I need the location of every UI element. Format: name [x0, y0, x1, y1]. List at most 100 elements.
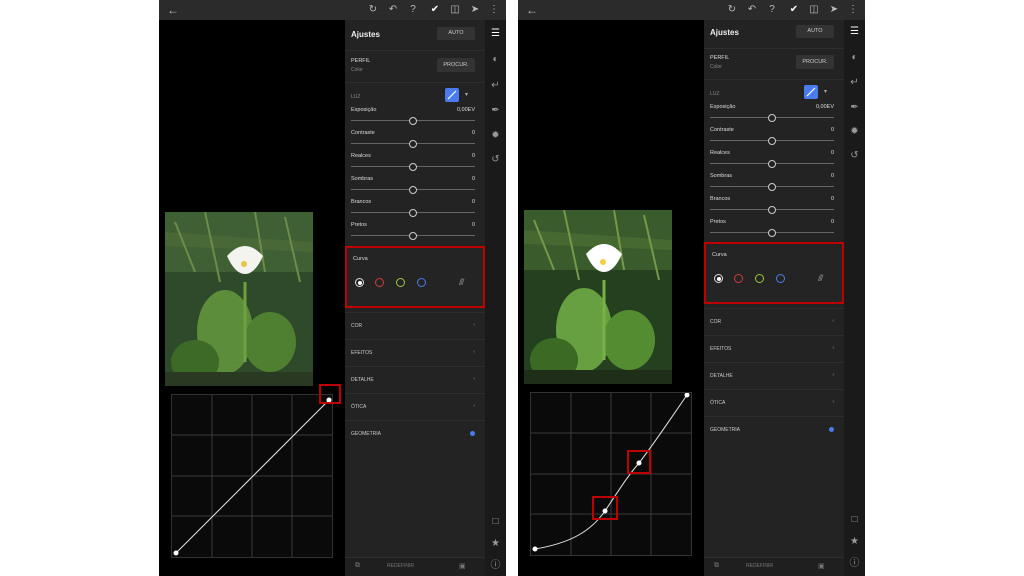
slider-thumb — [409, 163, 417, 171]
highlight-curve-box — [704, 242, 844, 304]
undo-icon[interactable]: ↶ — [385, 2, 401, 18]
profile-value: Color — [710, 64, 722, 70]
auto-button[interactable]: AUTO — [437, 27, 475, 40]
chevron-left-icon: ‹ — [832, 372, 834, 378]
sliders-icon[interactable]: ☰ — [847, 24, 862, 39]
info-icon[interactable]: ⓘ — [847, 556, 862, 571]
curve-toggle-button[interactable] — [804, 85, 818, 99]
redo-icon[interactable]: ↻ — [724, 2, 740, 18]
profile-label: PERFIL — [351, 58, 371, 64]
section-detail[interactable]: DETALHE ‹ — [345, 366, 485, 393]
more-icon[interactable]: ⋮ — [486, 2, 502, 18]
slider-thumb — [768, 183, 776, 191]
section-geometry[interactable]: GEOMETRIA — [345, 420, 485, 447]
slider-thumb — [409, 232, 417, 240]
section-geometry[interactable]: GEOMETRIA — [704, 416, 844, 443]
share-icon[interactable]: ➤ — [467, 2, 483, 18]
app-screen-after: ← ↻ ↶ ? ✔ ◫ ➤ ⋮ Ajustes AUTO PERFIL Colo… — [518, 0, 865, 576]
comment-icon[interactable]: □ — [847, 512, 862, 527]
tone-curve-editor[interactable] — [530, 392, 692, 556]
status-dot — [829, 427, 834, 432]
reset-button[interactable]: REDEFINIR — [746, 563, 773, 569]
highlight-highlights-point — [627, 450, 651, 474]
comment-icon[interactable]: □ — [488, 514, 503, 529]
curve-icon — [806, 87, 816, 97]
top-toolbar: ← ↻ ↶ ? ✔ ◫ ➤ ⋮ — [159, 0, 506, 20]
auto-button[interactable]: AUTO — [796, 25, 834, 38]
masking-icon[interactable]: ✹ — [488, 128, 503, 143]
presets-circle-icon[interactable]: ◐ — [488, 52, 503, 67]
section-detail[interactable]: DETALHE ‹ — [704, 362, 844, 389]
chevron-left-icon: ‹ — [473, 403, 475, 409]
healing-brush-icon[interactable]: ✒ — [488, 103, 503, 118]
presets-icon[interactable]: ▣ — [459, 562, 466, 570]
section-optics[interactable]: ÓTICA ‹ — [345, 393, 485, 420]
profile-value: Color — [351, 67, 363, 73]
panel-title: Ajustes — [351, 30, 380, 39]
curve-icon — [447, 90, 457, 100]
reset-button[interactable]: REDEFINIR — [387, 563, 414, 569]
compare-icon[interactable]: ◫ — [447, 2, 463, 18]
chevron-left-icon: ‹ — [473, 349, 475, 355]
share-icon[interactable]: ➤ — [826, 2, 842, 18]
slider-thumb — [409, 186, 417, 194]
crop-icon[interactable]: ↵ — [488, 78, 503, 93]
help-icon[interactable]: ? — [764, 2, 780, 18]
more-icon[interactable]: ⋮ — [845, 2, 861, 18]
highlight-white-point — [319, 384, 341, 404]
back-arrow-icon[interactable]: ← — [165, 2, 181, 18]
profile-label: PERFIL — [710, 55, 730, 61]
section-effects[interactable]: EFEITOS ‹ — [345, 339, 485, 366]
history-icon[interactable]: ↺ — [488, 152, 503, 167]
undo-icon[interactable]: ↶ — [744, 2, 760, 18]
chevron-left-icon: ‹ — [473, 376, 475, 382]
redo-icon[interactable]: ↻ — [365, 2, 381, 18]
chevron-left-icon: ‹ — [832, 345, 834, 351]
browse-profile-button[interactable]: PROCUR. — [796, 55, 834, 69]
check-icon[interactable]: ✔ — [786, 2, 802, 18]
chevron-down-icon[interactable]: ▾ — [824, 88, 827, 95]
copy-settings-icon[interactable]: ⧉ — [714, 562, 719, 570]
chevron-down-icon[interactable]: ▾ — [465, 91, 468, 98]
chevron-left-icon: ‹ — [832, 318, 834, 324]
slider-thumb — [409, 209, 417, 217]
app-screen-before: ← ↻ ↶ ? ✔ ◫ ➤ ⋮ Ajustes AUTO PERFIL Colo… — [159, 0, 506, 576]
masking-icon[interactable]: ✹ — [847, 124, 862, 139]
section-color[interactable]: COR ‹ — [704, 308, 844, 335]
crop-icon[interactable]: ↵ — [847, 75, 862, 90]
slider-thumb — [768, 137, 776, 145]
image-viewer — [159, 20, 345, 576]
status-dot — [470, 431, 475, 436]
star-icon[interactable]: ★ — [847, 534, 862, 549]
help-icon[interactable]: ? — [405, 2, 421, 18]
sliders-icon[interactable]: ☰ — [488, 26, 503, 41]
slider-thumb — [768, 206, 776, 214]
copy-settings-icon[interactable]: ⧉ — [355, 562, 360, 570]
light-section-label: LUZ — [710, 91, 720, 97]
curve-toggle-button[interactable] — [445, 88, 459, 102]
check-icon[interactable]: ✔ — [427, 2, 443, 18]
panel-bottom-bar: ⧉ REDEFINIR ▣ — [345, 557, 485, 576]
compare-icon[interactable]: ◫ — [806, 2, 822, 18]
photo-calla-lily — [524, 210, 672, 384]
presets-circle-icon[interactable]: ◐ — [847, 50, 862, 65]
tool-rail: ☰ ◐ ↵ ✒ ✹ ↺ □ ★ ⓘ — [844, 20, 865, 576]
healing-brush-icon[interactable]: ✒ — [847, 100, 862, 115]
info-icon[interactable]: ⓘ — [488, 558, 503, 573]
tone-curve-editor[interactable] — [171, 394, 333, 558]
star-icon[interactable]: ★ — [488, 536, 503, 551]
section-color[interactable]: COR ‹ — [345, 312, 485, 339]
chevron-left-icon: ‹ — [473, 322, 475, 328]
slider-thumb — [768, 114, 776, 122]
curve-point-black — [173, 550, 179, 556]
section-effects[interactable]: EFEITOS ‹ — [704, 335, 844, 362]
section-optics[interactable]: ÓTICA ‹ — [704, 389, 844, 416]
history-icon[interactable]: ↺ — [847, 148, 862, 163]
adjustments-panel: Ajustes AUTO PERFIL Color PROCUR. LUZ ▾ … — [704, 20, 844, 576]
presets-icon[interactable]: ▣ — [818, 562, 825, 570]
light-section-label: LUZ — [351, 94, 361, 100]
browse-profile-button[interactable]: PROCUR. — [437, 58, 475, 72]
back-arrow-icon[interactable]: ← — [524, 2, 540, 18]
top-toolbar: ← ↻ ↶ ? ✔ ◫ ➤ ⋮ — [518, 0, 865, 20]
highlight-shadows-point — [592, 496, 618, 520]
